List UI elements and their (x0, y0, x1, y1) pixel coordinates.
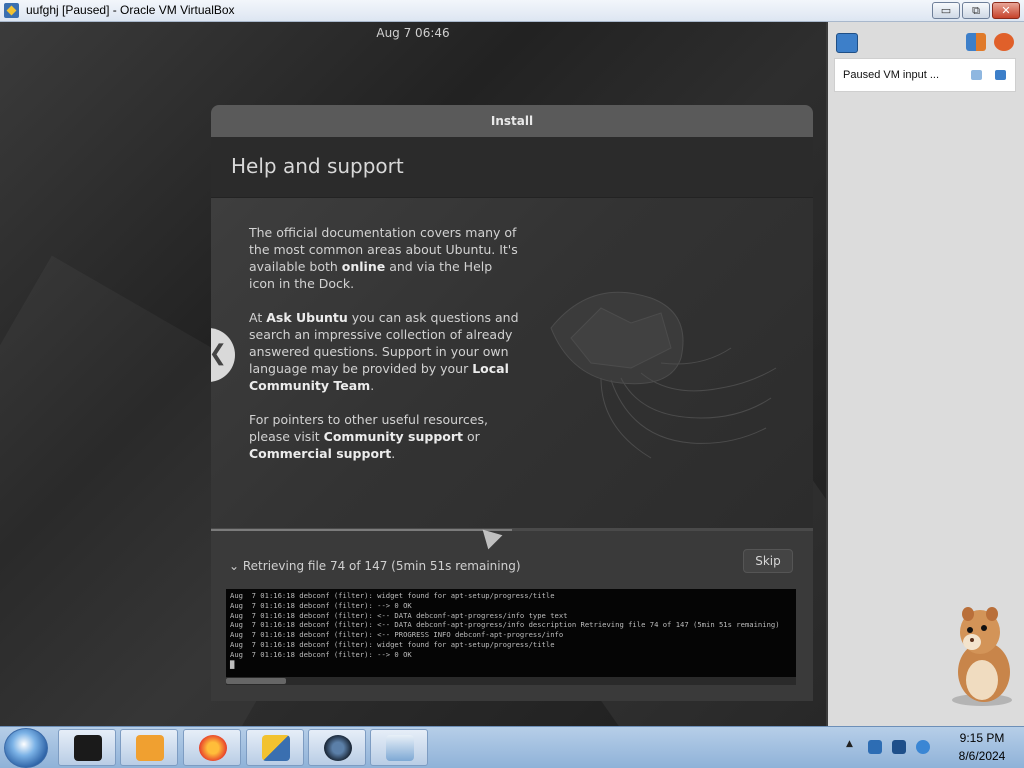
media-player-icon (136, 735, 164, 761)
display-icon[interactable] (892, 740, 906, 754)
installer-header: Install (211, 105, 813, 137)
guest-clock[interactable]: Aug 7 06:46 (0, 26, 826, 40)
text-span: At (249, 310, 267, 325)
log-line: Aug 7 01:16:18 debconf (filter): widget … (230, 591, 555, 600)
progress-bar-fill (211, 529, 512, 531)
log-line: Aug 7 01:16:18 debconf (filter): <-- DAT… (230, 620, 780, 630)
progress-status-toggle[interactable]: ⌄ Retrieving file 74 of 147 (5min 51s re… (229, 559, 521, 573)
slideshow-panel: The official documentation covers many o… (211, 198, 813, 528)
close-notification-icon[interactable] (995, 70, 1006, 80)
toggle-panel-icon[interactable] (966, 33, 986, 51)
log-horizontal-scrollbar[interactable] (226, 677, 796, 685)
dont-show-again-icon[interactable] (971, 70, 982, 80)
taskbar-steam-button[interactable] (308, 729, 366, 766)
terminal-log[interactable]: Aug 7 01:16:18 debconf (filter): widget … (226, 589, 796, 677)
taskbar-app-button[interactable] (370, 729, 428, 766)
log-line: Aug 7 01:16:18 debconf (filter): <-- PRO… (230, 630, 564, 640)
community-support-text: Community support (323, 429, 464, 444)
paused-vm-notification[interactable]: Paused VM input ... (834, 58, 1016, 92)
window-titlebar[interactable]: uufghj [Paused] - Oracle VM VirtualBox ▭… (0, 0, 1024, 22)
system-tray: ▲ 9:15 PM 8/6/2024 (846, 727, 1024, 768)
virtualbox-side-panel: Paused VM input ... (826, 22, 1024, 726)
window-controls: ▭ ⧉ ✕ (932, 2, 1020, 19)
taskbar-firefox-button[interactable] (183, 729, 241, 766)
terminal-icon (74, 735, 102, 761)
taskbar-virtualbox-button[interactable] (246, 729, 304, 766)
ask-ubuntu-text: Ask Ubuntu (266, 310, 348, 325)
virtualbox-app-icon[interactable] (4, 3, 19, 18)
slide-body: The official documentation covers many o… (249, 224, 519, 479)
app-icon (386, 735, 414, 761)
virtualbox-icon (262, 735, 290, 761)
steam-icon (324, 735, 352, 761)
network-icon[interactable] (868, 740, 882, 754)
skip-button[interactable]: Skip (743, 549, 793, 573)
log-line: Aug 7 01:16:18 debconf (filter): --> 0 O… (230, 600, 412, 610)
taskbar-media-player-button[interactable] (120, 729, 178, 766)
log-line: Aug 7 01:16:18 debconf (filter): <-- DAT… (230, 610, 568, 620)
hamster-mascot-icon (952, 607, 1012, 706)
scrollbar-thumb[interactable] (226, 678, 286, 684)
show-hidden-icons-icon[interactable]: ▲ (846, 739, 860, 753)
minimize-button[interactable]: ▭ (932, 2, 960, 19)
vm-display[interactable]: Aug 7 06:46 Install Help and support The… (0, 22, 826, 726)
close-button[interactable]: ✕ (992, 2, 1020, 19)
previous-slide-button[interactable]: ❮ (211, 328, 235, 382)
taskbar: ▲ 9:15 PM 8/6/2024 (0, 726, 1024, 768)
window-title: uufghj [Paused] - Oracle VM VirtualBox (26, 3, 235, 17)
volume-icon[interactable] (916, 740, 930, 754)
notification-text: Paused VM input ... (843, 69, 939, 81)
dismiss-all-icon[interactable] (994, 33, 1014, 51)
log-line: █ (230, 659, 235, 669)
paragraph-documentation: The official documentation covers many o… (249, 224, 519, 292)
taskbar-terminal-button[interactable] (58, 729, 116, 766)
online-link-text: online (341, 259, 386, 274)
text-span: . (391, 446, 396, 461)
paragraph-pointers: For pointers to other useful resources, … (249, 411, 519, 462)
progress-bar (211, 529, 813, 531)
start-button[interactable] (4, 728, 48, 768)
tray-clock-time[interactable]: 9:15 PM (952, 731, 1012, 745)
paragraph-ask-ubuntu: At Ask Ubuntu you can ask questions and … (249, 309, 519, 394)
firefox-icon (199, 735, 227, 761)
commercial-support-text: Commercial support (249, 446, 392, 461)
tray-clock-date[interactable]: 8/6/2024 (952, 749, 1012, 763)
installer-window: Install Help and support The official do… (211, 105, 813, 701)
jellyfish-illustration (550, 291, 777, 459)
log-line: Aug 7 01:16:18 debconf (filter): --> 0 O… (230, 649, 412, 659)
notification-center-icon[interactable] (836, 33, 858, 53)
progress-area: ⌄ Retrieving file 74 of 147 (5min 51s re… (211, 528, 813, 701)
restore-button[interactable]: ⧉ (962, 2, 990, 19)
text-span: or (463, 429, 480, 444)
text-span: . (370, 378, 375, 393)
slide-title: Help and support (231, 154, 404, 178)
log-line: Aug 7 01:16:18 debconf (filter): widget … (230, 639, 555, 649)
